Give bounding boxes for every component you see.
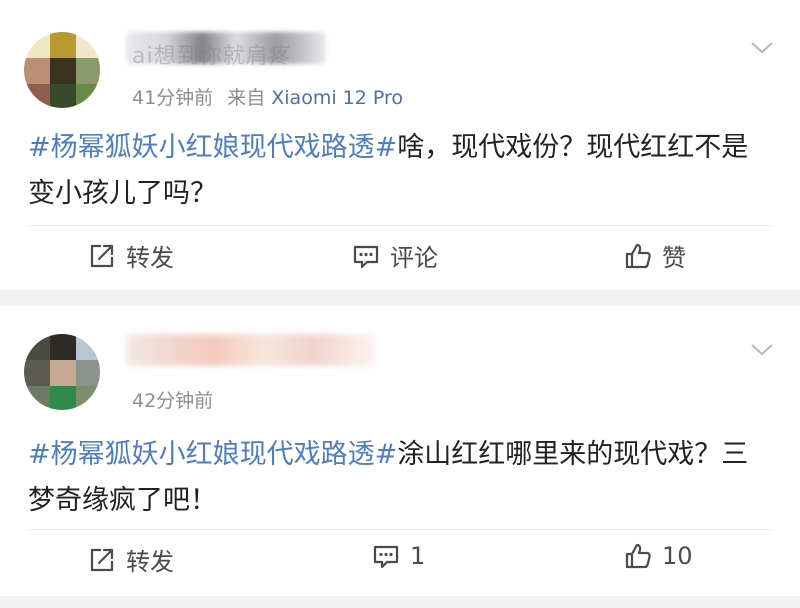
repost-label: 转发 — [126, 548, 174, 576]
thumbs-up-icon — [625, 543, 651, 569]
chevron-down-icon[interactable] — [750, 36, 774, 60]
repost-button[interactable]: 转发 — [88, 542, 174, 577]
avatar[interactable] — [24, 32, 100, 108]
comment-count: 1 — [410, 542, 426, 570]
share-square-icon — [90, 244, 114, 267]
username[interactable]: ai想到你就肩疼 — [132, 38, 292, 70]
post-text: #杨幂狐妖小红娘现代戏路透#涂山红红哪里来的现代戏？三梦奇缘疯了吧！ — [28, 432, 768, 524]
comment-label: 评论 — [390, 244, 438, 272]
post-time: 42分钟前 — [132, 390, 214, 412]
share-square-icon — [90, 548, 114, 571]
repost-button[interactable]: 转发 — [88, 238, 174, 273]
avatar[interactable] — [24, 334, 100, 410]
username-blur[interactable] — [126, 334, 376, 366]
like-button[interactable]: 10 — [624, 542, 693, 570]
post-time: 41分钟前 — [132, 87, 214, 109]
comment-icon — [353, 245, 379, 268]
hashtag-link[interactable]: #杨幂狐妖小红娘现代戏路透# — [28, 439, 397, 470]
like-label: 赞 — [662, 244, 686, 272]
chevron-down-icon[interactable] — [750, 338, 774, 362]
comment-icon — [373, 545, 399, 569]
comment-button[interactable]: 1 — [372, 542, 425, 570]
post-text: #杨幂狐妖小红娘现代戏路透#啥，现代戏份？现代红红不是变小孩儿了吗？ — [28, 125, 768, 217]
divider — [28, 529, 772, 530]
comment-button[interactable]: 评论 — [352, 238, 438, 273]
post-meta: 42分钟前 — [132, 386, 213, 413]
like-count: 10 — [662, 542, 693, 570]
device-name[interactable]: Xiaomi 12 Pro — [271, 87, 403, 109]
repost-label: 转发 — [126, 244, 174, 272]
weibo-post: ai想到你就肩疼 41分钟前 来自 Xiaomi 12 Pro #杨幂狐妖小红娘现… — [0, 0, 800, 290]
thumbs-up-icon — [625, 243, 651, 268]
divider — [28, 225, 772, 226]
via-label: 来自 — [227, 87, 266, 109]
like-button[interactable]: 赞 — [624, 238, 686, 273]
hashtag-link[interactable]: #杨幂狐妖小红娘现代戏路透# — [28, 132, 397, 163]
weibo-post: 42分钟前 #杨幂狐妖小红娘现代戏路透#涂山红红哪里来的现代戏？三梦奇缘疯了吧！… — [0, 306, 800, 596]
post-meta: 41分钟前 来自 Xiaomi 12 Pro — [132, 83, 403, 110]
